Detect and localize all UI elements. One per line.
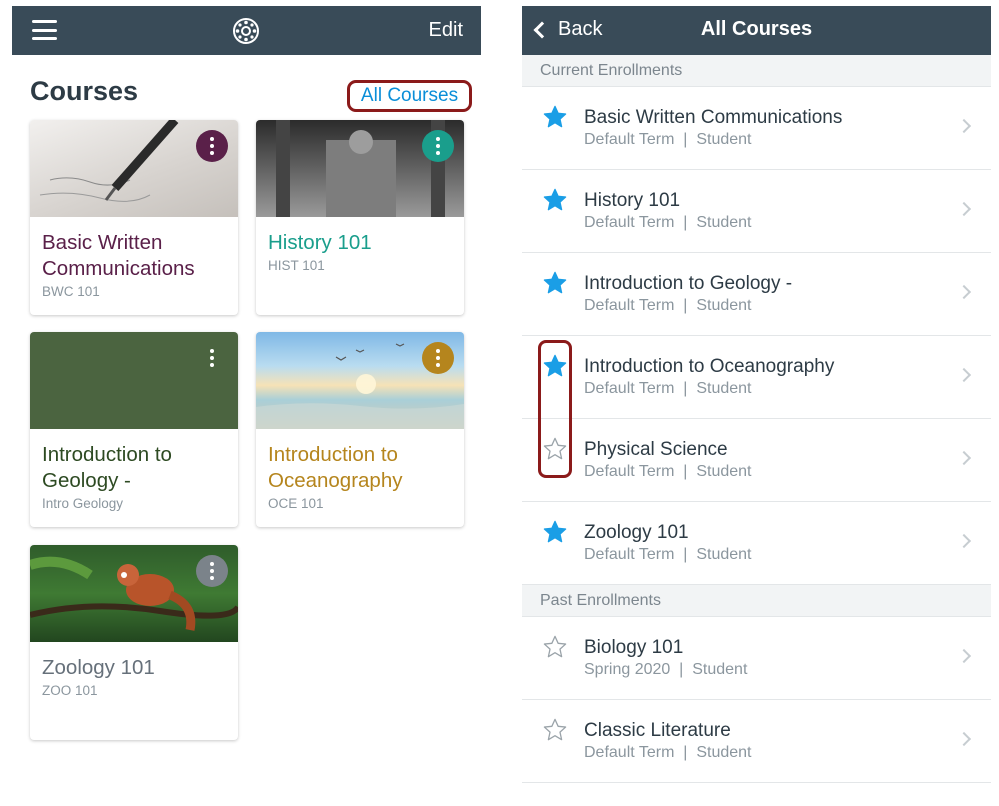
- course-row[interactable]: Zoology 101 Default Term | Student: [522, 502, 991, 585]
- course-image: [30, 545, 238, 642]
- course-row-title: History 101: [584, 190, 681, 211]
- course-row[interactable]: History 101 Default Term | Student: [522, 170, 991, 253]
- course-code: Intro Geology: [42, 496, 124, 511]
- course-code: OCE 101: [268, 496, 324, 511]
- course-row-title: Classic Literature: [584, 720, 731, 741]
- star-filled-icon[interactable]: [542, 187, 568, 213]
- section-header-past: Past Enrollments: [522, 585, 991, 617]
- course-title: Basic Written Communications: [42, 231, 195, 280]
- chevron-right-icon: [956, 367, 972, 383]
- course-row[interactable]: Introduction to Geology - Default Term | …: [522, 253, 991, 336]
- star-filled-icon[interactable]: [542, 104, 568, 130]
- course-row-title: Zoology 101: [584, 522, 689, 543]
- course-title: History 101: [268, 231, 372, 254]
- course-row-subtitle: Default Term | Student: [584, 463, 752, 480]
- course-title: Introduction to Oceanography: [268, 443, 403, 492]
- course-code: BWC 101: [42, 284, 100, 299]
- course-row-subtitle: Default Term | Student: [584, 214, 752, 231]
- course-image: [256, 120, 464, 217]
- chevron-right-icon: [956, 118, 972, 134]
- top-navbar: Back All Courses: [522, 6, 991, 55]
- course-row[interactable]: Classic Literature Default Term | Student: [522, 700, 991, 783]
- all-courses-screen: Back All Courses Current Enrollments Bas…: [522, 6, 991, 796]
- course-card-history[interactable]: History 101 HIST 101: [256, 120, 464, 315]
- course-row-subtitle: Default Term | Student: [584, 744, 752, 761]
- course-image: [256, 332, 464, 429]
- course-row[interactable]: Basic Written Communications Default Term…: [522, 87, 991, 170]
- page-title: All Courses: [700, 18, 813, 40]
- star-outline-icon[interactable]: [542, 717, 568, 743]
- course-card-oceanography[interactable]: Introduction to Oceanography OCE 101: [256, 332, 464, 527]
- star-filled-icon[interactable]: [542, 353, 568, 379]
- hamburger-menu-icon[interactable]: [32, 20, 57, 40]
- course-code: ZOO 101: [42, 683, 98, 698]
- chevron-right-icon: [956, 533, 972, 549]
- page-title: Courses: [30, 76, 139, 106]
- course-options-button[interactable]: [196, 342, 228, 374]
- course-row-subtitle: Default Term | Student: [584, 131, 752, 148]
- star-outline-icon[interactable]: [542, 634, 568, 660]
- course-options-button[interactable]: [196, 130, 228, 162]
- course-row-title: Physical Science: [584, 439, 728, 460]
- current-enrollments-list: Basic Written Communications Default Term…: [522, 87, 991, 585]
- star-filled-icon[interactable]: [542, 270, 568, 296]
- course-image: [30, 120, 238, 217]
- course-options-button[interactable]: [422, 130, 454, 162]
- course-card-bwc[interactable]: Basic Written Communications BWC 101: [30, 120, 238, 315]
- past-enrollments-list: Biology 101 Spring 2020 | Student Classic …: [522, 617, 991, 783]
- chevron-right-icon: [956, 284, 972, 300]
- course-row-title: Introduction to Geology -: [584, 273, 793, 294]
- course-row[interactable]: Physical Science Default Term | Student: [522, 419, 991, 502]
- course-color-block: [30, 332, 238, 429]
- course-row-title: Basic Written Communications: [584, 107, 843, 128]
- chevron-right-icon: [956, 648, 972, 664]
- course-row-title: Biology 101: [584, 637, 684, 658]
- course-title: Introduction to Geology -: [42, 443, 172, 492]
- chevron-right-icon: [956, 450, 972, 466]
- course-card-geology[interactable]: Introduction to Geology - Intro Geology: [30, 332, 238, 527]
- all-courses-link[interactable]: All Courses: [347, 80, 472, 112]
- course-row-title: Introduction to Oceanography: [584, 356, 835, 377]
- course-title: Zoology 101: [42, 656, 155, 679]
- course-options-button[interactable]: [422, 342, 454, 374]
- course-options-button[interactable]: [196, 555, 228, 587]
- star-filled-icon[interactable]: [542, 519, 568, 545]
- course-card-zoology[interactable]: Zoology 101 ZOO 101: [30, 545, 238, 740]
- star-outline-icon[interactable]: [542, 436, 568, 462]
- course-code: HIST 101: [268, 258, 325, 273]
- course-row[interactable]: Biology 101 Spring 2020 | Student: [522, 617, 991, 700]
- course-row-subtitle: Default Term | Student: [584, 297, 752, 314]
- course-row[interactable]: Introduction to Oceanography Default Term…: [522, 336, 991, 419]
- canvas-logo-icon: [233, 18, 259, 44]
- chevron-right-icon: [956, 201, 972, 217]
- section-header-current: Current Enrollments: [522, 55, 991, 87]
- courses-dashboard: Edit Courses All Courses Basic Written C…: [12, 6, 481, 796]
- chevron-right-icon: [956, 731, 972, 747]
- course-row-subtitle: Default Term | Student: [584, 546, 752, 563]
- course-row-subtitle: Spring 2020 | Student: [584, 661, 748, 678]
- edit-button[interactable]: Edit: [429, 19, 463, 42]
- course-row-subtitle: Default Term | Student: [584, 380, 752, 397]
- top-navbar: Edit: [12, 6, 481, 55]
